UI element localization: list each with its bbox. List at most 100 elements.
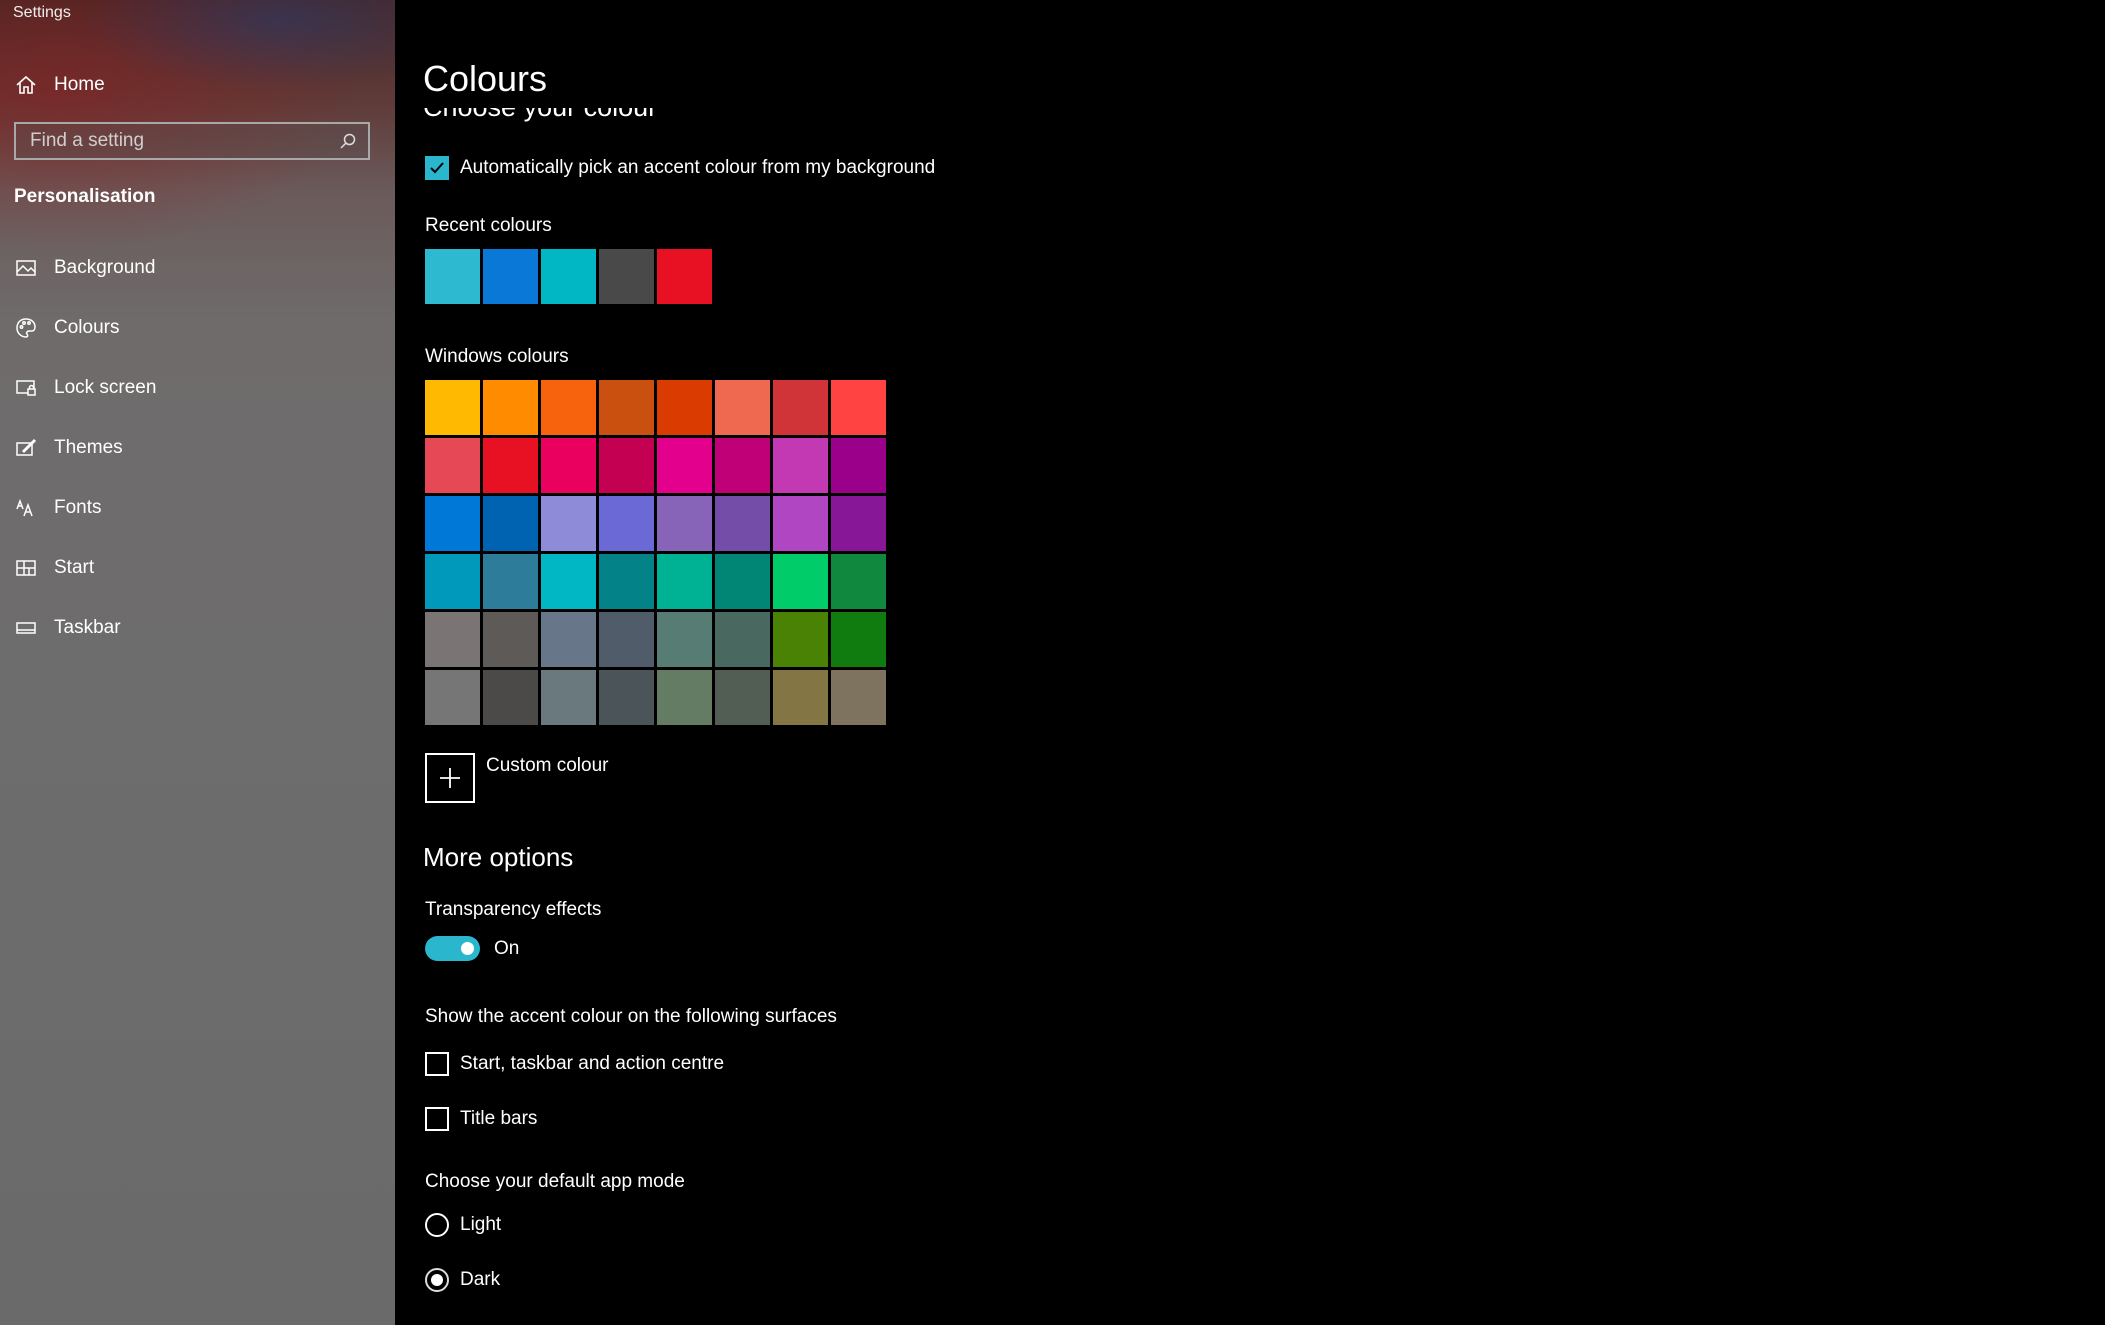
windows-colour-swatch[interactable]: [599, 438, 654, 493]
auto-accent-label: Automatically pick an accent colour from…: [460, 157, 936, 178]
windows-colour-swatch[interactable]: [773, 554, 828, 609]
sidebar-item-fonts[interactable]: Fonts: [0, 478, 395, 538]
windows-colour-swatch[interactable]: [599, 380, 654, 435]
windows-colour-swatch[interactable]: [657, 670, 712, 725]
start-taskbar-row[interactable]: Start, taskbar and action centre: [425, 1052, 724, 1076]
sidebar-item-label: Taskbar: [54, 617, 121, 638]
windows-colour-swatch[interactable]: [425, 380, 480, 435]
windows-colour-swatch[interactable]: [715, 554, 770, 609]
windows-colour-swatch[interactable]: [773, 380, 828, 435]
windows-colour-swatch[interactable]: [831, 380, 886, 435]
choose-colour-heading: Choose your colour: [423, 108, 657, 122]
sidebar-item-taskbar[interactable]: Taskbar: [0, 598, 395, 658]
windows-colour-swatch[interactable]: [425, 612, 480, 667]
windows-colour-swatch[interactable]: [541, 380, 596, 435]
windows-colour-swatch[interactable]: [831, 670, 886, 725]
start-icon: [14, 556, 38, 580]
windows-colour-swatch[interactable]: [483, 670, 538, 725]
fonts-icon: [14, 496, 38, 520]
windows-colour-swatch[interactable]: [773, 438, 828, 493]
section-header: Personalisation: [14, 186, 156, 207]
recent-swatch[interactable]: [657, 249, 712, 304]
checkmark-icon: [430, 162, 444, 174]
sidebar-item-colours[interactable]: Colours: [0, 298, 395, 358]
windows-colour-swatch[interactable]: [541, 496, 596, 551]
dark-label: Dark: [460, 1269, 501, 1290]
windows-colour-swatch[interactable]: [715, 496, 770, 551]
custom-colour-label: Custom colour: [486, 755, 609, 776]
windows-colour-swatch[interactable]: [425, 438, 480, 493]
transparency-toggle[interactable]: [425, 936, 480, 961]
windows-colour-swatch[interactable]: [657, 612, 712, 667]
title-bars-row[interactable]: Title bars: [425, 1107, 537, 1131]
windows-colour-swatch[interactable]: [599, 496, 654, 551]
windows-colour-swatch[interactable]: [831, 438, 886, 493]
windows-colour-swatch[interactable]: [715, 612, 770, 667]
home-label: Home: [54, 74, 105, 95]
windows-colour-swatch[interactable]: [657, 554, 712, 609]
sidebar-item-start[interactable]: Start: [0, 538, 395, 598]
windows-colour-swatch[interactable]: [541, 612, 596, 667]
windows-colour-swatch[interactable]: [541, 554, 596, 609]
taskbar-icon: [14, 616, 38, 640]
auto-accent-row[interactable]: Automatically pick an accent colour from…: [425, 156, 935, 180]
windows-colour-swatch[interactable]: [599, 554, 654, 609]
windows-colour-swatch[interactable]: [425, 496, 480, 551]
windows-colours-grid: [425, 380, 886, 725]
windows-colour-swatch[interactable]: [483, 380, 538, 435]
toggle-knob: [461, 942, 474, 955]
recent-colours-label: Recent colours: [425, 215, 552, 236]
start-taskbar-label: Start, taskbar and action centre: [460, 1053, 725, 1074]
windows-colour-swatch[interactable]: [483, 612, 538, 667]
sidebar-item-lock-screen[interactable]: Lock screen: [0, 358, 395, 418]
nav-home[interactable]: Home: [0, 64, 395, 106]
auto-accent-checkbox[interactable]: [425, 156, 449, 180]
dark-radio[interactable]: [425, 1268, 449, 1292]
title-bars-checkbox[interactable]: [425, 1107, 449, 1131]
windows-colour-swatch[interactable]: [831, 496, 886, 551]
windows-colour-swatch[interactable]: [541, 670, 596, 725]
app-mode-light-row[interactable]: Light: [425, 1213, 501, 1237]
recent-swatch[interactable]: [599, 249, 654, 304]
windows-colour-swatch[interactable]: [657, 496, 712, 551]
windows-colour-swatch[interactable]: [483, 438, 538, 493]
sidebar-item-background[interactable]: Background: [0, 238, 395, 298]
windows-colour-swatch[interactable]: [715, 438, 770, 493]
transparency-state: On: [494, 937, 520, 959]
windows-colour-swatch[interactable]: [773, 612, 828, 667]
title-bars-label: Title bars: [460, 1108, 538, 1129]
search-input[interactable]: [16, 123, 336, 159]
transparency-toggle-row[interactable]: On: [425, 936, 519, 961]
search-icon[interactable]: [336, 129, 360, 153]
recent-swatch[interactable]: [541, 249, 596, 304]
windows-colour-swatch[interactable]: [657, 438, 712, 493]
light-radio[interactable]: [425, 1213, 449, 1237]
windows-colour-swatch[interactable]: [715, 670, 770, 725]
recent-swatch[interactable]: [483, 249, 538, 304]
windows-colour-swatch[interactable]: [483, 554, 538, 609]
windows-colour-swatch[interactable]: [831, 554, 886, 609]
app-title: Settings: [13, 4, 71, 21]
recent-swatch[interactable]: [425, 249, 480, 304]
app-mode-label: Choose your default app mode: [425, 1171, 685, 1192]
windows-colour-swatch[interactable]: [425, 554, 480, 609]
windows-colour-swatch[interactable]: [715, 380, 770, 435]
sidebar-item-themes[interactable]: Themes: [0, 418, 395, 478]
windows-colour-swatch[interactable]: [599, 670, 654, 725]
start-taskbar-checkbox[interactable]: [425, 1052, 449, 1076]
themes-icon: [14, 436, 38, 460]
custom-colour-button[interactable]: Custom colour: [425, 753, 609, 803]
windows-colour-swatch[interactable]: [483, 496, 538, 551]
windows-colour-swatch[interactable]: [773, 496, 828, 551]
windows-colour-swatch[interactable]: [657, 380, 712, 435]
windows-colour-swatch[interactable]: [541, 438, 596, 493]
sidebar-item-label: Colours: [54, 317, 120, 338]
windows-colour-swatch[interactable]: [425, 670, 480, 725]
surfaces-label: Show the accent colour on the following …: [425, 1006, 837, 1027]
windows-colour-swatch[interactable]: [773, 670, 828, 725]
windows-colour-swatch[interactable]: [599, 612, 654, 667]
sidebar-item-label: Start: [54, 557, 95, 578]
app-mode-dark-row[interactable]: Dark: [425, 1268, 500, 1292]
nav-list: Background Colours Lock screen Themes Fo…: [0, 238, 395, 658]
windows-colour-swatch[interactable]: [831, 612, 886, 667]
